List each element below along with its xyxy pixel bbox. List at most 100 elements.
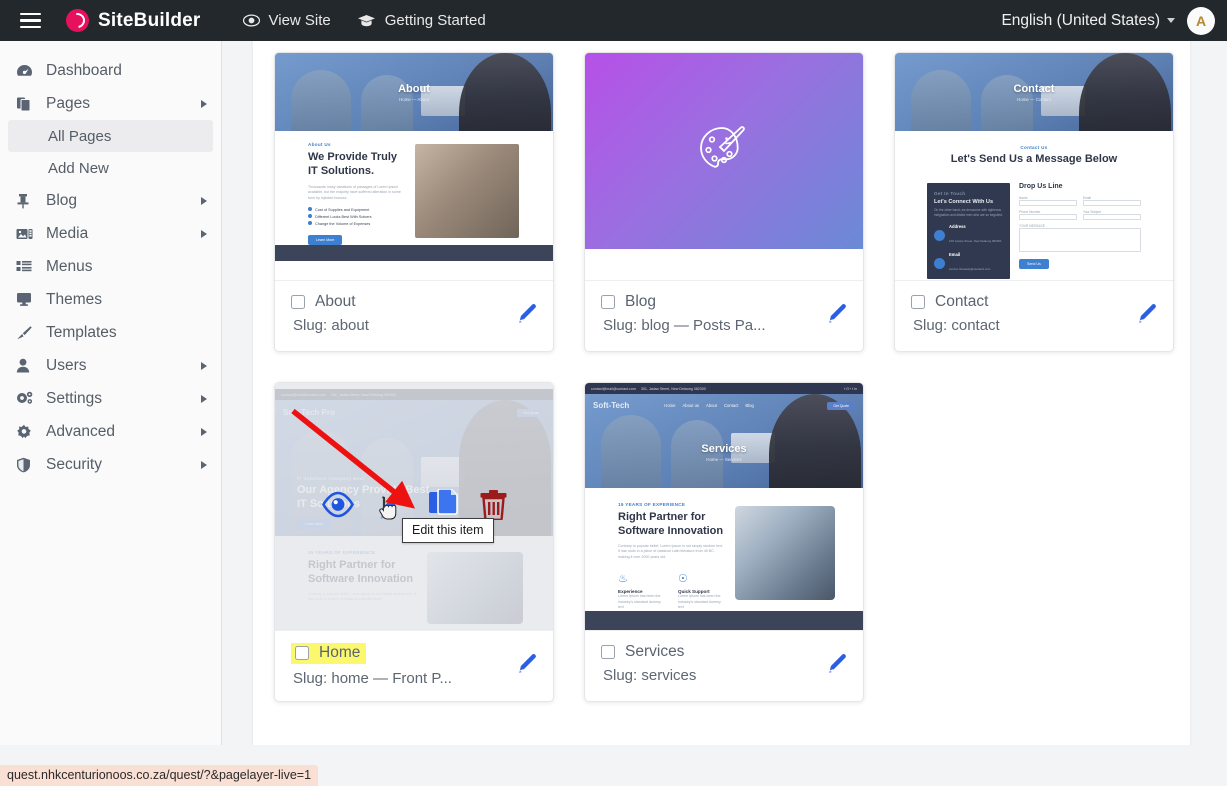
preview-heading: We Provide Truly IT Solutions. — [308, 151, 398, 177]
sidebar-item-users[interactable]: Users — [0, 349, 221, 382]
edit-page-button-about[interactable] — [516, 303, 537, 329]
preview-hero-title: Services — [701, 443, 747, 455]
page-card-footer-about: About Slug: about — [275, 281, 553, 351]
sidebar-item-media[interactable]: Media — [0, 217, 221, 250]
pin-icon — [16, 193, 38, 209]
address-icon — [934, 230, 945, 242]
page-card-hover-overlay — [275, 383, 553, 630]
page-title-about: About — [315, 293, 356, 310]
page-checkbox-blog[interactable] — [601, 295, 615, 309]
preview-nav-button: Get Quote — [827, 401, 855, 410]
page-card-contact[interactable]: Contact Home — Contact Contact Us Let's … — [894, 52, 1174, 352]
preview-info-value: service.theready@needexit.com — [949, 267, 991, 272]
preview-form-button: Send Us — [1019, 259, 1049, 269]
page-card-blog[interactable]: Blog Slug: blog — Posts Pa... — [584, 52, 864, 352]
page-card-home[interactable]: contact@mail@contact.com301, Jadaa Stree… — [274, 382, 554, 702]
page-checkbox-home[interactable] — [295, 646, 309, 660]
page-card-services[interactable]: contact@mail@contact.com 301, Jadaa Stre… — [584, 382, 864, 702]
page-thumbnail-services[interactable]: contact@mail@contact.com 301, Jadaa Stre… — [585, 383, 863, 631]
edit-page-button-home[interactable] — [516, 653, 537, 679]
sidebar-item-blog[interactable]: Blog — [0, 184, 221, 217]
preview-info-label: Email — [949, 252, 961, 258]
preview-topbar-address: 301, Jadaa Street, New Delaung 382300 — [640, 386, 706, 391]
page-checkbox-about[interactable] — [291, 295, 305, 309]
sidebar-item-users-label: Users — [46, 356, 87, 374]
page-title-contact: Contact — [935, 293, 989, 310]
preview-topbar-email: contact@mail@contact.com — [591, 386, 636, 391]
page-title-row-blog: Blog — [601, 293, 656, 311]
preview-kicker: Contact Us — [1020, 145, 1048, 150]
language-label: English (United States) — [1001, 11, 1160, 29]
preview-feature-text: Lorem ipsum has been the industry's stan… — [678, 593, 721, 610]
sidebar-item-settings[interactable]: Settings — [0, 382, 221, 415]
preview-hero-sub: Home — Contact — [1017, 97, 1051, 102]
top-nav-view-site-label: View Site — [268, 12, 331, 29]
page-checkbox-services[interactable] — [601, 645, 615, 659]
edit-page-button-contact[interactable] — [1136, 303, 1157, 329]
chevron-right-icon — [201, 361, 207, 370]
page-card-footer-contact: Contact Slug: contact — [895, 281, 1173, 351]
preview-nav-item: Blog — [745, 403, 754, 408]
chevron-right-icon — [201, 427, 207, 436]
preview-logo: Soft-Tech — [593, 401, 630, 410]
page-title-row-contact: Contact — [911, 293, 988, 311]
shield-icon — [16, 457, 38, 473]
chevron-right-icon — [201, 394, 207, 403]
page-title-blog: Blog — [625, 293, 657, 310]
edit-page-button-services[interactable] — [826, 653, 847, 679]
preview-bullet: Cost of Supplies and Equipment — [315, 207, 370, 212]
preview-panel-kicker: Get In Touch — [934, 191, 966, 196]
page-thumbnail-contact[interactable]: Contact Home — Contact Contact Us Let's … — [895, 53, 1173, 281]
sidebar-item-dashboard[interactable]: Dashboard — [0, 54, 221, 87]
page-thumbnail-home[interactable]: contact@mail@contact.com301, Jadaa Stree… — [275, 383, 553, 631]
sidebar-item-advanced-label: Advanced — [46, 422, 115, 440]
sidebar-item-advanced[interactable]: Advanced — [0, 415, 221, 448]
brand[interactable]: SiteBuilder — [66, 9, 201, 32]
avatar-initial: A — [1195, 12, 1207, 29]
sidebar-item-security-label: Security — [46, 455, 102, 473]
status-bar-url: quest.nhkcenturionoos.co.za/quest/?&page… — [0, 765, 319, 786]
page-title-row-about: About — [291, 293, 356, 311]
preview-heading: Let's Send Us a Message Below — [950, 153, 1118, 165]
sidebar-item-templates[interactable]: Templates — [0, 316, 221, 349]
page-title-row-home: Home — [291, 643, 367, 664]
preview-hero-title: About — [398, 83, 430, 95]
blog-gradient-background — [585, 53, 863, 249]
view-item-button[interactable] — [321, 491, 355, 523]
email-icon — [934, 258, 945, 270]
sidebar-item-all-pages[interactable]: All Pages — [8, 120, 213, 152]
gear-icon — [16, 424, 38, 439]
sidebar-item-pages[interactable]: Pages — [0, 87, 221, 120]
page-thumbnail-blog[interactable] — [585, 53, 863, 281]
sidebar-item-themes-label: Themes — [46, 290, 102, 308]
page-thumbnail-about[interactable]: About Home — About About Us We Provide T… — [275, 53, 553, 281]
sidebar-item-add-new[interactable]: Add New — [8, 152, 213, 184]
top-nav-getting-started[interactable]: Getting Started — [357, 12, 486, 29]
page-card-about[interactable]: About Home — About About Us We Provide T… — [274, 52, 554, 352]
sidebar-item-templates-label: Templates — [46, 323, 117, 341]
preview-info-label: Address — [949, 224, 966, 230]
page-slug-contact: Slug: contact — [913, 317, 1000, 334]
preview-info-value: 100 Justice Street, New Delaung 382301 — [949, 239, 1002, 244]
page-checkbox-contact[interactable] — [911, 295, 925, 309]
preview-nav-item: Contact — [723, 403, 739, 408]
avatar[interactable]: A — [1187, 6, 1215, 35]
sidebar: Dashboard Pages All Pages Add New Blog M… — [0, 41, 222, 745]
user-icon — [16, 358, 38, 373]
preview-heading: Right Partner for Software Innovation — [618, 511, 724, 537]
sidebar-item-settings-label: Settings — [46, 389, 103, 407]
hamburger-icon[interactable] — [6, 0, 54, 41]
edit-tooltip: Edit this item — [402, 518, 494, 543]
top-bar-right: English (United States) A — [1001, 6, 1227, 35]
sidebar-item-menus[interactable]: Menus — [0, 250, 221, 283]
top-nav-view-site[interactable]: View Site — [242, 12, 331, 29]
site-preview-about: About Home — About About Us We Provide T… — [275, 53, 553, 280]
sidebar-item-security[interactable]: Security — [0, 448, 221, 481]
page-slug-home: Slug: home — Front P... — [293, 670, 452, 687]
templates-brush-icon — [16, 325, 38, 340]
edit-page-button-blog[interactable] — [826, 303, 847, 329]
dashboard-gauge-icon — [16, 64, 38, 78]
language-selector[interactable]: English (United States) — [1001, 12, 1175, 30]
top-nav-getting-started-label: Getting Started — [384, 12, 486, 29]
sidebar-item-themes[interactable]: Themes — [0, 283, 221, 316]
